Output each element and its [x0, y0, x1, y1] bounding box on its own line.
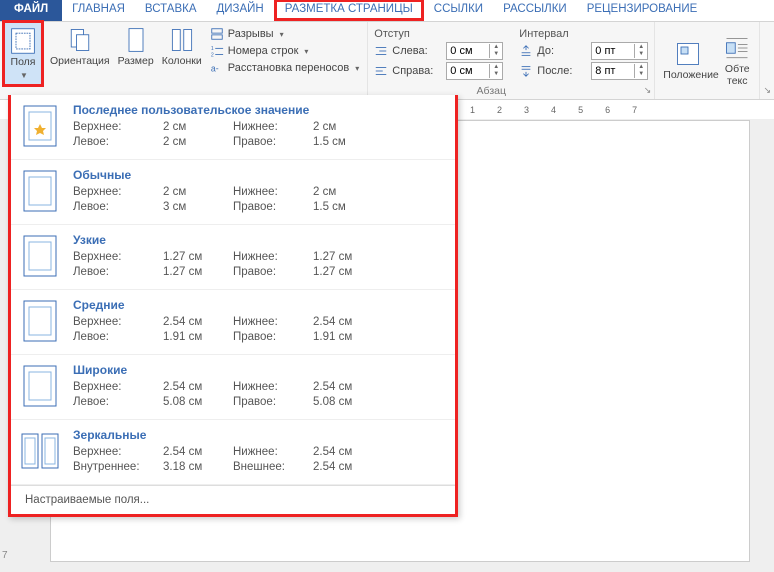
hyphenation-button[interactable]: a-Расстановка переносов▾ — [208, 60, 362, 76]
orientation-label: Ориентация — [50, 56, 110, 68]
tab-insert[interactable]: ВСТАВКА — [135, 0, 207, 21]
ribbon-tabs: ФАЙЛ ГЛАВНАЯ ВСТАВКА ДИЗАЙН РАЗМЕТКА СТР… — [0, 0, 774, 22]
tab-design[interactable]: ДИЗАЙН — [207, 0, 274, 21]
breaks-icon — [210, 27, 224, 41]
spacing-group: Интервал До: ▲▼ После: ▲▼ — [519, 24, 648, 80]
margins-preset[interactable]: Узкие Верхнее:1.27 смНижнее:1.27 см Лево… — [11, 225, 455, 290]
paragraph-group-title: Абзац — [477, 85, 506, 98]
preset-title: Обычные — [73, 168, 373, 183]
margins-preset-icon — [21, 428, 59, 474]
chevron-down-icon: ▼ — [20, 71, 28, 80]
svg-text:2: 2 — [211, 52, 214, 58]
margins-preset[interactable]: Широкие Верхнее:2.54 смНижнее:2.54 см Ле… — [11, 355, 455, 420]
margins-preset-icon — [21, 298, 59, 344]
breaks-button[interactable]: Разрывы▾ — [208, 26, 286, 42]
indent-right-label: Справа: — [392, 65, 442, 77]
page-setup-group: Поля ▼ Ориентация Размер Колонки Разрывы… — [0, 22, 368, 99]
indent-left-label: Слева: — [392, 45, 442, 57]
orientation-icon — [66, 26, 94, 54]
page-setup-small: Разрывы▾ 12Номера строк▾ a-Расстановка п… — [208, 24, 362, 76]
indent-right-input[interactable]: ▲▼ — [446, 62, 503, 80]
margins-label: Поля — [11, 57, 36, 69]
orientation-button[interactable]: Ориентация — [48, 24, 112, 70]
indent-right-icon — [374, 64, 388, 78]
svg-text:a-: a- — [211, 64, 219, 74]
size-icon — [122, 26, 150, 54]
margins-preset-icon — [21, 168, 59, 214]
margins-preset[interactable]: Средние Верхнее:2.54 смНижнее:2.54 см Ле… — [11, 290, 455, 355]
line-numbers-button[interactable]: 12Номера строк▾ — [208, 43, 311, 59]
preset-title: Средние — [73, 298, 373, 313]
wrap-icon — [723, 34, 751, 62]
line-numbers-icon: 12 — [210, 44, 224, 58]
spacing-after-icon — [519, 64, 533, 78]
wrap-label: Обте текс — [725, 64, 750, 87]
indent-left-icon — [374, 44, 388, 58]
columns-icon — [168, 26, 196, 54]
indent-group: Отступ Слева: ▲▼ Справа: ▲▼ — [374, 24, 503, 80]
margins-dropdown: Последнее пользовательское значение Верх… — [8, 95, 458, 517]
spacing-before-input[interactable]: ▲▼ — [591, 42, 648, 60]
margins-icon — [9, 27, 37, 55]
preset-title: Зеркальные — [73, 428, 373, 443]
svg-text:1: 1 — [211, 46, 214, 52]
spacing-after-label: После: — [537, 65, 587, 77]
spacing-before-icon — [519, 44, 533, 58]
page-number-indicator: 7 — [2, 550, 8, 561]
custom-margins-item[interactable]: Настраиваемые поля... — [11, 485, 455, 514]
tab-home[interactable]: ГЛАВНАЯ — [62, 0, 135, 21]
margins-preset-icon — [21, 233, 59, 279]
page-setup-dialog-launcher[interactable]: ↘ — [763, 85, 771, 96]
margins-preset[interactable]: Последнее пользовательское значение Верх… — [11, 95, 455, 160]
arrange-group: Положение Обте текс — [655, 22, 760, 99]
position-button[interactable]: Положение — [661, 38, 715, 84]
size-button[interactable]: Размер — [116, 24, 156, 70]
chevron-down-icon: ▾ — [304, 47, 308, 56]
tab-mailings[interactable]: РАССЫЛКИ — [493, 0, 577, 21]
spacing-before-label: До: — [537, 45, 587, 57]
margins-button[interactable]: Поля ▼ — [2, 20, 44, 87]
margins-preset-icon — [21, 363, 59, 409]
tab-references[interactable]: ССЫЛКИ — [424, 0, 493, 21]
preset-title: Узкие — [73, 233, 373, 248]
tab-file[interactable]: ФАЙЛ — [0, 0, 62, 21]
preset-title: Широкие — [73, 363, 373, 378]
columns-label: Колонки — [162, 56, 202, 68]
paragraph-dialog-launcher[interactable]: ↘ — [644, 85, 652, 96]
paragraph-group: Отступ Слева: ▲▼ Справа: ▲▼ Интервал До: — [368, 22, 655, 99]
spacing-title: Интервал — [519, 28, 648, 40]
position-label: Положение — [663, 70, 713, 82]
margins-preset-icon — [21, 103, 59, 149]
indent-title: Отступ — [374, 28, 503, 40]
margins-preset[interactable]: Обычные Верхнее:2 смНижнее:2 см Левое:3 … — [11, 160, 455, 225]
spacing-after-input[interactable]: ▲▼ — [591, 62, 648, 80]
indent-left-input[interactable]: ▲▼ — [446, 42, 503, 60]
chevron-down-icon: ▾ — [280, 30, 284, 39]
margins-preset[interactable]: Зеркальные Верхнее:2.54 смНижнее:2.54 см… — [11, 420, 455, 485]
position-icon — [674, 40, 702, 68]
tab-review[interactable]: РЕЦЕНЗИРОВАНИЕ — [577, 0, 708, 21]
tab-page-layout[interactable]: РАЗМЕТКА СТРАНИЦЫ — [274, 0, 424, 21]
chevron-down-icon: ▾ — [355, 64, 359, 73]
hyphenation-icon: a- — [210, 61, 224, 75]
columns-button[interactable]: Колонки — [160, 24, 204, 70]
wrap-button[interactable]: Обте текс — [721, 32, 753, 89]
size-label: Размер — [118, 56, 154, 68]
preset-title: Последнее пользовательское значение — [73, 103, 373, 118]
ribbon: Поля ▼ Ориентация Размер Колонки Разрывы… — [0, 22, 774, 100]
